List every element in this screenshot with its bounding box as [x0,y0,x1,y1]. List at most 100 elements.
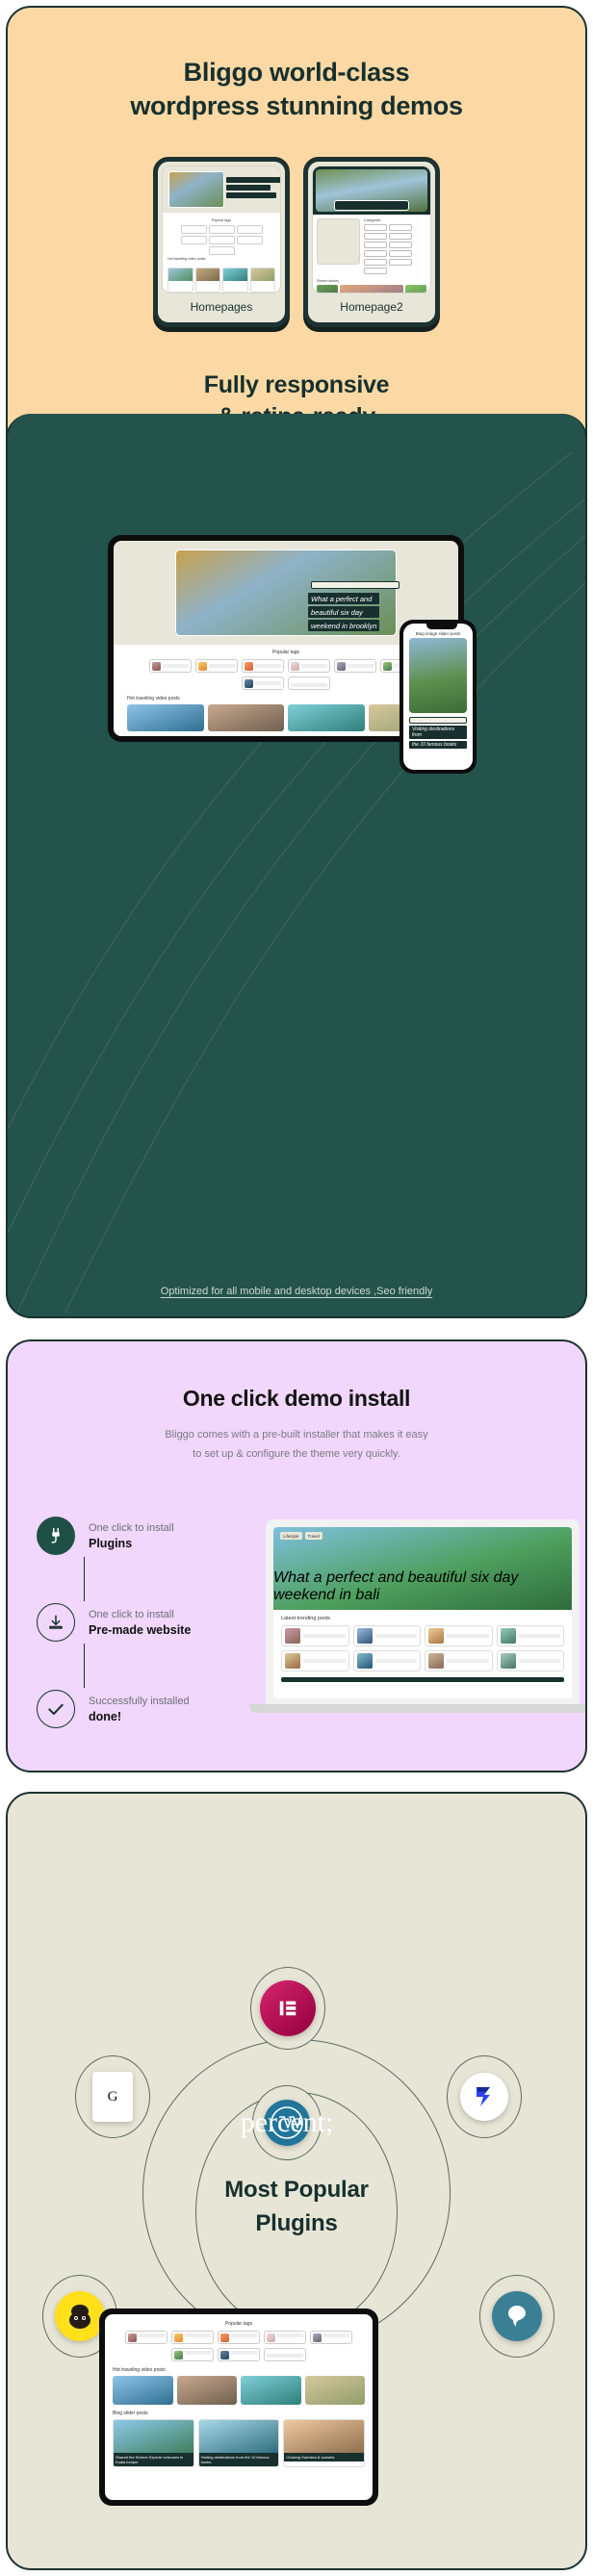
preview-card-row-2 [273,1650,572,1671]
preview-card[interactable] [425,1625,493,1646]
preview-card[interactable] [281,1650,349,1671]
plugins-post-caption: Visiting destinations from the 10 famous… [198,2453,279,2466]
install-description-line1: Bliggo comes with a pre-built installer … [165,1429,428,1441]
install-step-done: Successfully installed done! [37,1688,248,1730]
plug-icon [37,1517,75,1555]
plugins-tag[interactable] [125,2331,168,2344]
mini2-recent: Recent stories [313,279,430,293]
plugins-post[interactable]: Shared the Serene Explore Unknown in Kua… [113,2419,194,2467]
preview-card[interactable] [281,1625,349,1646]
mini-tag [180,225,207,235]
mini2-chip [389,259,412,267]
mini2-chip [389,224,412,232]
tablet-tag-more[interactable] [288,676,330,690]
mini-tag [236,225,263,235]
mini-hot-label: Hot traveling video posts [168,257,206,262]
mini2-hero [313,166,430,216]
demo-screen-2: Categories Recent stories [312,166,431,294]
plugin-node-wordpress[interactable]: percent; [241,2085,333,2160]
hero-title-line2: wordpress stunning demos [130,90,463,120]
install-steps: One click to install Plugins One click t… [37,1515,248,1730]
plugins-post-row: Shared the Serene Explore Unknown in Kua… [113,2419,366,2467]
plugins-tag[interactable] [264,2331,306,2344]
plugin-node-contact-form[interactable] [479,2275,554,2358]
mailchimp-icon [55,2291,105,2341]
plugins-title: Most Popular Plugins [8,2174,585,2241]
elementor-icon [260,1980,316,2036]
plugins-title-line1: Most Popular [224,2177,369,2203]
demo-card-homepage2[interactable]: Categories Recent stories Homepage2 [303,157,440,328]
plugins-tag-list [113,2331,365,2361]
demo-caption: Homepage2 [340,300,403,315]
mini2-chip [389,242,412,249]
phone-post-meta [409,717,467,724]
tablet-tag[interactable] [242,659,284,673]
plugin-node-elementor[interactable] [250,1967,325,2050]
plugins-post-caption: Chasing Sunrises & sunsets [284,2453,365,2461]
mini2-chip [364,242,387,249]
mini-tags-block: Popular tags Hot traveling video posts [163,213,280,268]
mini2-chip [364,250,387,258]
tablet-tag-list [127,659,445,690]
phone-headline-line1: Visiting destinations from [409,726,467,739]
plugins-blog-label: Blog slider posts [113,2410,148,2416]
plugins-post[interactable]: Visiting destinations from the 10 famous… [197,2419,280,2467]
hero-title-line1: Bliggo world-class [183,58,410,87]
mini-card [194,268,220,293]
tablet-headline-line2: beautiful six day [308,606,380,618]
plugins-post-caption: Shared the Serene Explore Unknown in Kua… [114,2453,193,2466]
mini2-recent-label: Recent stories [317,279,339,284]
install-step-title: done! [89,1709,122,1723]
mini2-headline-pill [334,200,409,212]
tablet-popular-tags-label: Popular tags [271,650,300,655]
demo-install-section: One click demo install Bliggo comes with… [6,1339,587,1773]
elementskit-icon [460,2073,508,2121]
plugin-node-gutenberg[interactable]: G [75,2055,150,2138]
plugins-tag[interactable] [171,2348,214,2361]
plugins-tag-more[interactable] [264,2348,306,2361]
preview-card[interactable] [352,1625,421,1646]
plugins-tag[interactable] [218,2348,260,2361]
tablet-tag[interactable] [242,676,284,690]
mini-tag-list [168,225,275,256]
phone-headline: Visiting destinations from the 10 famous… [403,726,473,749]
laptop-preview-mockup: Lifestyle Travel What a perfect and beau… [249,1519,585,1722]
preview-card[interactable] [496,1625,564,1646]
contact-form-icon [492,2291,542,2341]
tablet-headline-line3: weekend in brooklyn [308,620,380,631]
mini2-chip-list [364,224,426,275]
plugins-tag[interactable] [218,2331,260,2344]
plugins-tablet-mockup: Popular tags Hot traveling video posts B… [99,2308,378,2506]
mini-tag [208,236,235,245]
mini-card-row [163,268,280,293]
plugins-tag[interactable] [310,2331,352,2344]
plugin-node-elementskit[interactable] [447,2055,522,2138]
plugins-tag[interactable] [171,2331,214,2344]
mini-tag [208,225,235,235]
install-step-caption: Successfully installed [89,1695,190,1707]
tablet-tag[interactable] [149,659,192,673]
mini2-chip [389,233,412,241]
demo-card-homepages[interactable]: Popular tags Hot traveling video posts H… [153,157,290,328]
install-title: One click demo install [182,1386,411,1411]
mini-tags-label: Popular tags [211,218,232,223]
check-icon [37,1690,75,1728]
tablet-tag[interactable] [195,659,238,673]
plugins-popular-tags-label: Popular tags [224,2321,253,2327]
tablet-tag[interactable] [334,659,376,673]
tablet-post-meta [311,581,400,589]
phone-mockup: Blog image slider posts Visiting destina… [400,620,477,774]
preview-card[interactable] [352,1650,421,1671]
preview-card[interactable] [425,1650,493,1671]
tablet-tag[interactable] [288,659,330,673]
tablet-headline-line1: What a perfect and [308,593,380,604]
preview-headline-line2: weekend in bali [273,1587,380,1603]
page-title: Bliggo world-class wordpress stunning de… [8,8,585,122]
preview-hero: Lifestyle Travel What a perfect and beau… [273,1527,572,1610]
plugins-post[interactable]: Chasing Sunrises & sunsets [283,2419,366,2467]
plugins-video-row [113,2376,365,2405]
preview-card[interactable] [496,1650,564,1671]
responsive-heading-line1: Fully responsive [203,371,390,399]
step-connector [84,1644,86,1688]
demo-previews: Popular tags Hot traveling video posts H… [8,157,585,328]
